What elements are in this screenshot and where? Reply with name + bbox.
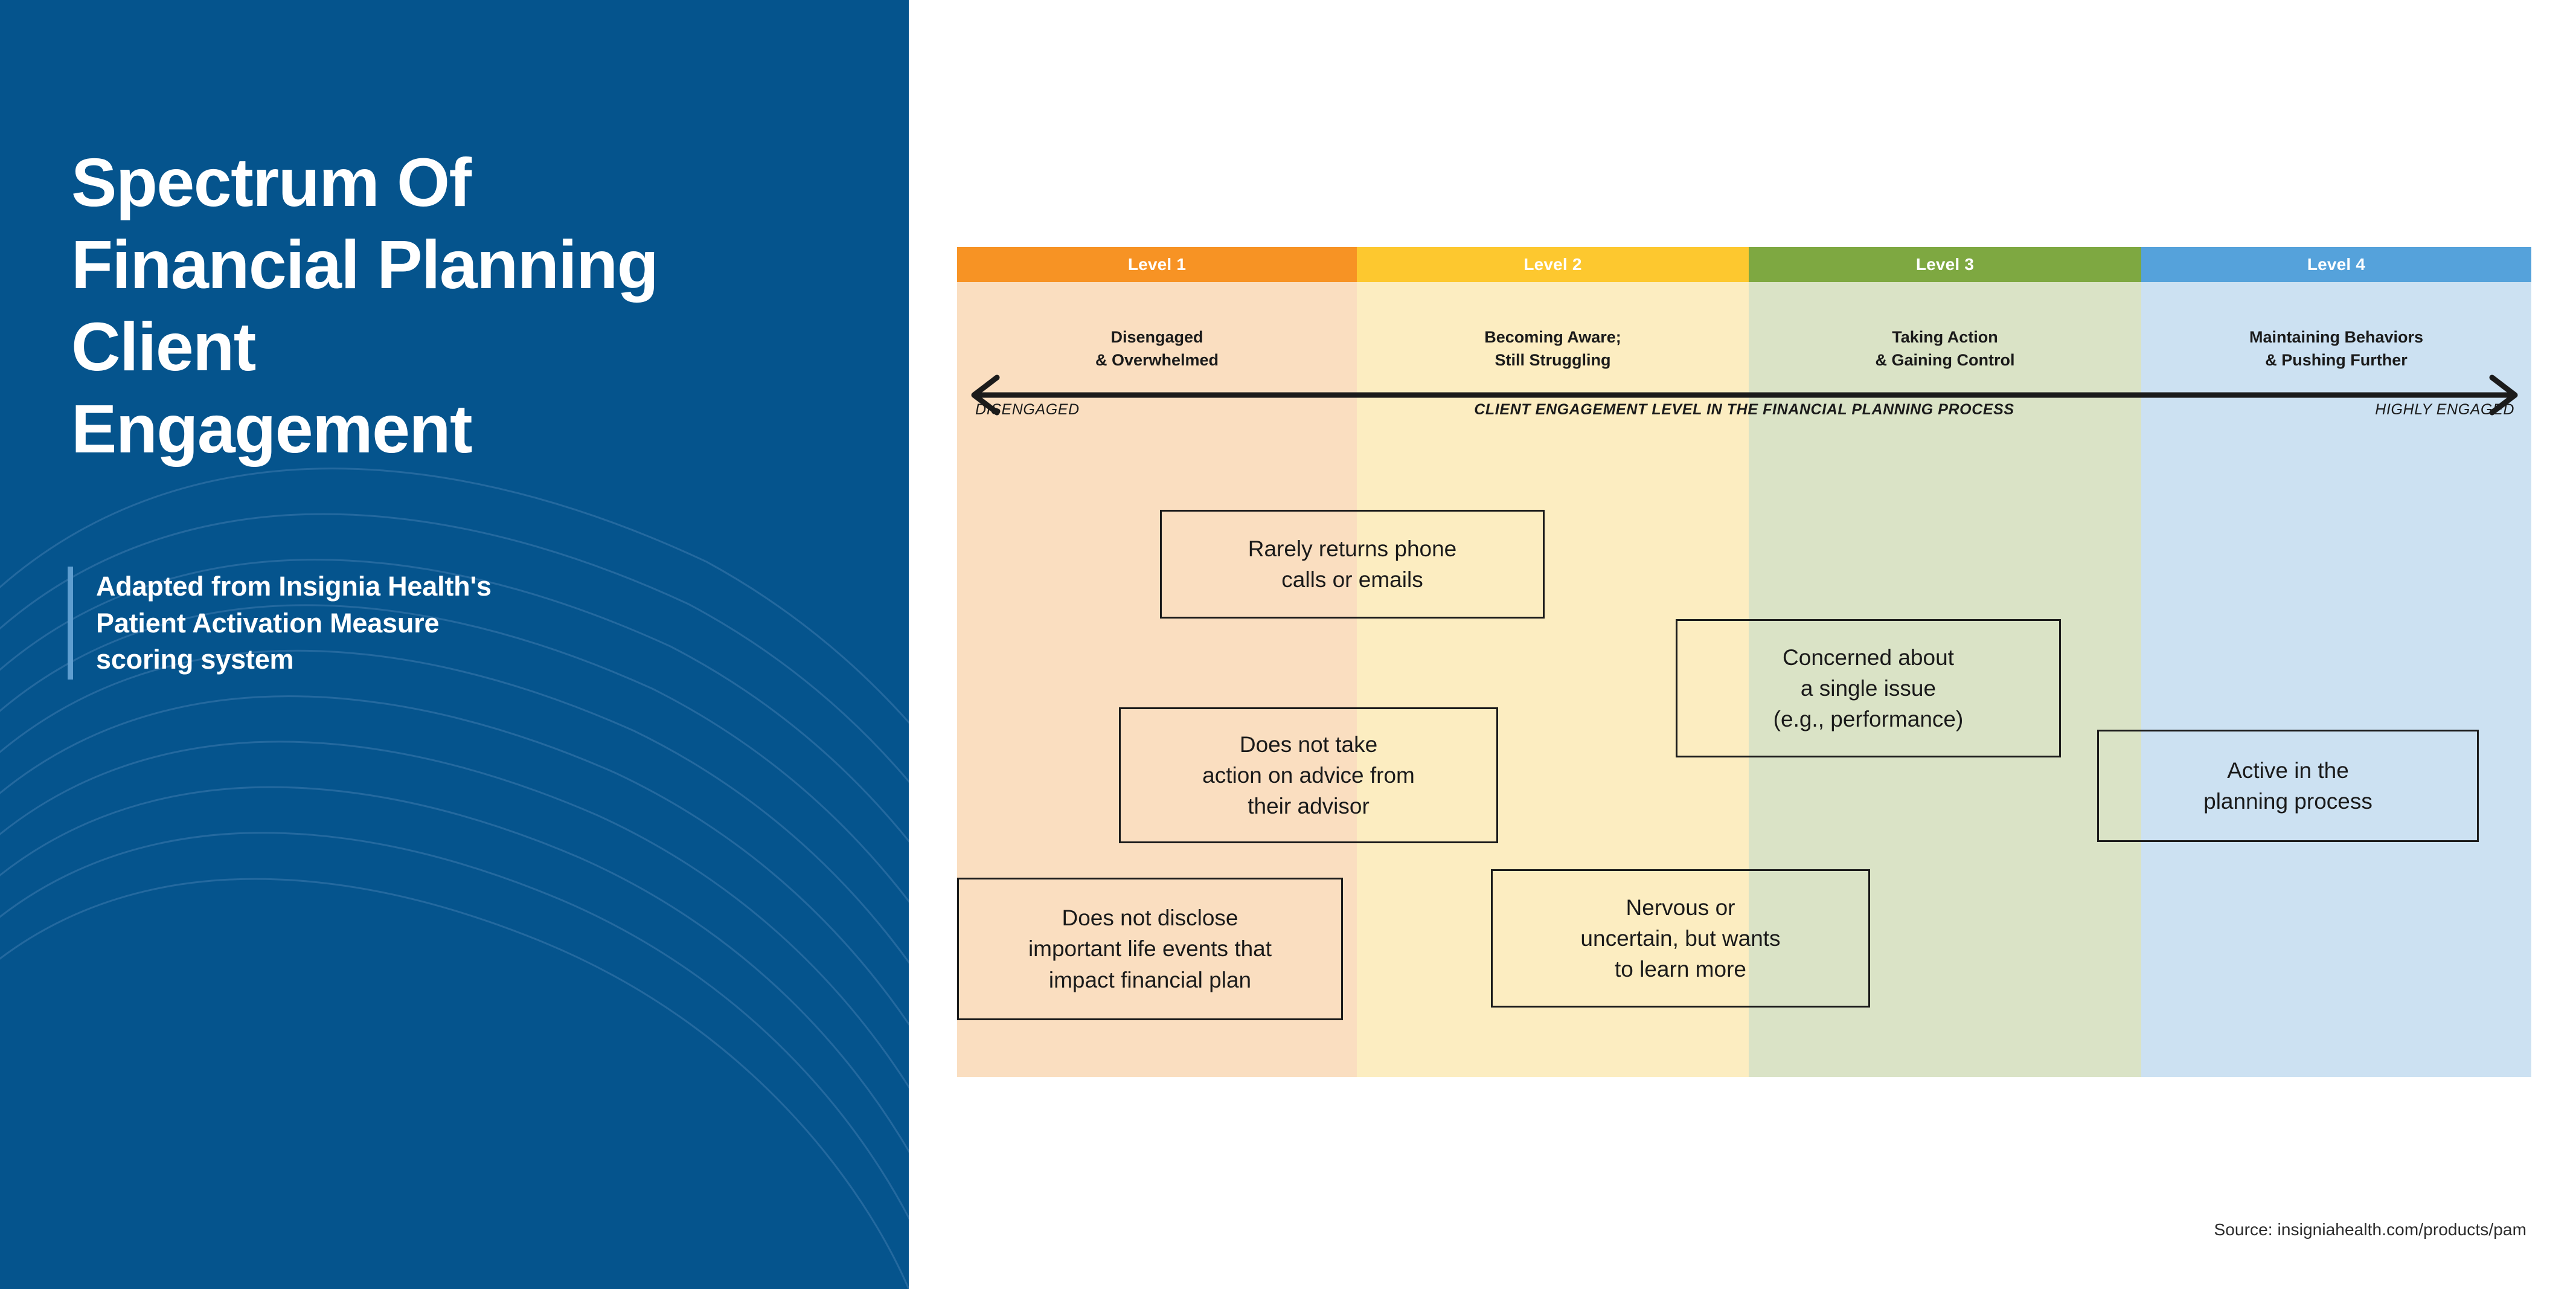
callout-box: Does not disclose important life events …	[957, 878, 1343, 1020]
level-band-4: Level 4 Maintaining Behaviors & Pushing F…	[2141, 247, 2531, 1077]
callout-box: Does not take action on advice from thei…	[1119, 707, 1498, 843]
engagement-spectrum-chart: Level 1 Disengaged & Overwhelmed Level 2 Be…	[957, 247, 2531, 1077]
accent-rule	[68, 567, 73, 680]
level-header-4: Level 4	[2141, 247, 2531, 282]
level-header-1: Level 1	[957, 247, 1357, 282]
axis-label-highly-engaged: HIGHLY ENGAGED	[2375, 401, 2514, 418]
panel-subtitle-block: Adapted from Insignia Health's Patient A…	[68, 567, 492, 680]
level-description-2: Becoming Aware; Still Struggling	[1484, 328, 1621, 370]
source-citation: Source: insigniahealth.com/products/pam	[2214, 1220, 2526, 1239]
level-header-2: Level 2	[1357, 247, 1749, 282]
page-title: Spectrum Of Financial Planning Client En…	[71, 144, 659, 468]
level-description-1: Disengaged & Overwhelmed	[1095, 328, 1219, 370]
level-description-3: Taking Action & Gaining Control	[1875, 328, 2015, 370]
left-title-panel: Spectrum Of Financial Planning Client En…	[0, 0, 909, 1289]
level-header-3: Level 3	[1749, 247, 2141, 282]
callout-box: Concerned about a single issue (e.g., pe…	[1676, 619, 2061, 757]
callout-box: Active in the planning process	[2097, 730, 2479, 842]
level-description-4: Maintaining Behaviors & Pushing Further	[2249, 328, 2424, 370]
callout-box: Nervous or uncertain, but wants to learn…	[1491, 869, 1870, 1008]
panel-subtitle: Adapted from Insignia Health's Patient A…	[96, 571, 492, 675]
axis-label-center: CLIENT ENGAGEMENT LEVEL IN THE FINANCIAL…	[1474, 401, 2014, 418]
callout-box: Rarely returns phone calls or emails	[1160, 510, 1545, 619]
